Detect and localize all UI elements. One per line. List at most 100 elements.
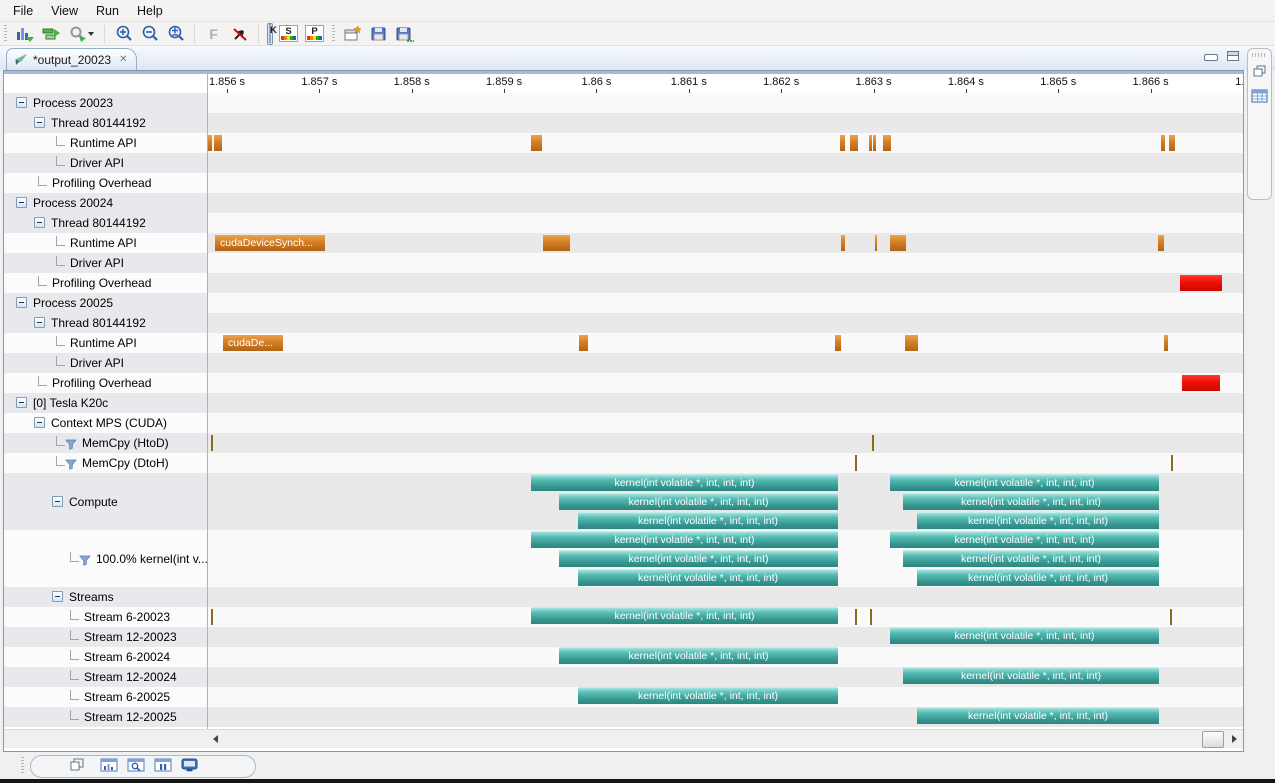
maximize-view-button[interactable]	[1227, 51, 1239, 61]
memcpy-mark[interactable]	[855, 609, 857, 625]
filter-icon[interactable]	[79, 553, 91, 571]
menu-run[interactable]: Run	[87, 2, 128, 20]
tree-row-stream-12-20023[interactable]: Stream 12-20023	[4, 627, 207, 647]
tree-row-process-20023[interactable]: Process 20023	[4, 93, 207, 113]
runtime-api-bar[interactable]	[208, 135, 212, 151]
memcpy-mark[interactable]	[1170, 609, 1172, 625]
runtime-api-bar[interactable]	[875, 235, 877, 251]
runtime-api-bar[interactable]	[1161, 135, 1165, 151]
memcpy-mark[interactable]	[855, 455, 857, 471]
tree-row-driver-api-20025[interactable]: Driver API	[4, 353, 207, 373]
analyze-dropdown-button[interactable]	[66, 24, 96, 44]
timeline-row-process-20025[interactable]	[208, 293, 1243, 313]
close-icon[interactable]: ✕	[119, 54, 127, 65]
timeline-row-compute[interactable]: kernel(int volatile *, int, int, int) ker…	[208, 473, 1243, 530]
console-view-button[interactable]	[181, 758, 198, 777]
timeline-row-context-mps-cuda[interactable]	[208, 413, 1243, 433]
kernel-bar[interactable]: kernel(int volatile *, int, int, int)	[903, 667, 1159, 684]
tree-splitter[interactable]	[207, 74, 208, 747]
settings-view-button[interactable]	[154, 758, 172, 777]
runtime-api-bar[interactable]	[543, 235, 570, 251]
timeline-row-runtime-api-20024[interactable]: cudaDeviceSynch...	[208, 233, 1243, 253]
timeline-row-profiling-overhead-20025[interactable]	[208, 373, 1243, 393]
kernel-bar[interactable]: kernel(int volatile *, int, int, int)	[890, 627, 1159, 644]
expand-toggle[interactable]	[16, 97, 27, 108]
tree-row-thread-20024[interactable]: Thread 80144192	[4, 213, 207, 233]
kernel-bar[interactable]: kernel(int volatile *, int, int, int)	[917, 569, 1159, 586]
expand-toggle[interactable]	[34, 417, 45, 428]
timeline-row-runtime-api-20023[interactable]	[208, 133, 1243, 153]
tree-row-memcpy-dtoh[interactable]: MemCpy (DtoH)	[4, 453, 207, 473]
kernel-mode-button[interactable]: K	[267, 23, 273, 45]
timeline-row-memcpy-dtoh[interactable]	[208, 453, 1243, 473]
timeline-row-thread-20023[interactable]	[208, 113, 1243, 133]
tree-row-device-tesla-k20c[interactable]: [0] Tesla K20c	[4, 393, 207, 413]
kernel-bar[interactable]: kernel(int volatile *, int, int, int)	[559, 493, 838, 510]
tree-row-driver-api-20024[interactable]: Driver API	[4, 253, 207, 273]
memcpy-mark[interactable]	[870, 609, 872, 625]
kernel-bar[interactable]: kernel(int volatile *, int, int, int)	[903, 493, 1159, 510]
kernel-bar[interactable]: kernel(int volatile *, int, int, int)	[531, 474, 838, 491]
runtime-api-bar[interactable]	[841, 235, 845, 251]
tree-row-streams[interactable]: Streams	[4, 587, 207, 607]
kernel-bar[interactable]: kernel(int volatile *, int, int, int)	[531, 607, 838, 624]
runtime-api-bar[interactable]	[869, 135, 872, 151]
menu-file[interactable]: File	[4, 2, 42, 20]
horizontal-scrollbar[interactable]	[4, 729, 1243, 748]
tree-row-profiling-overhead-20024[interactable]: Profiling Overhead	[4, 273, 207, 293]
expand-toggle[interactable]	[16, 297, 27, 308]
kernel-bar[interactable]: kernel(int volatile *, int, int, int)	[559, 647, 838, 664]
timeline-row-driver-api-20025[interactable]	[208, 353, 1243, 373]
timeline-row-driver-api-20023[interactable]	[208, 153, 1243, 173]
kernel-bar[interactable]: kernel(int volatile *, int, int, int)	[559, 550, 838, 567]
memcpy-mark[interactable]	[211, 609, 213, 625]
tree-row-driver-api-20023[interactable]: Driver API	[4, 153, 207, 173]
zoom-out-button[interactable]	[139, 24, 160, 44]
tree-row-stream-12-20024[interactable]: Stream 12-20024	[4, 667, 207, 687]
runtime-api-bar[interactable]: cudaDe...	[223, 335, 283, 351]
timeline-row-process-20024[interactable]	[208, 193, 1243, 213]
runtime-api-bar[interactable]	[1164, 335, 1168, 351]
expand-toggle[interactable]	[52, 591, 63, 602]
timeline-row-stream-6-20024[interactable]: kernel(int volatile *, int, int, int)	[208, 647, 1243, 667]
tree-row-context-mps-cuda[interactable]: Context MPS (CUDA)	[4, 413, 207, 433]
expand-toggle[interactable]	[34, 117, 45, 128]
timeline-row-stream-12-20025[interactable]: kernel(int volatile *, int, int, int)	[208, 707, 1243, 727]
tree-row-stream-6-20023[interactable]: Stream 6-20023	[4, 607, 207, 627]
timeline-row-thread-20024[interactable]	[208, 213, 1243, 233]
collect-timeline-button[interactable]	[40, 24, 61, 44]
expand-toggle[interactable]	[34, 317, 45, 328]
runtime-api-bar[interactable]	[905, 335, 918, 351]
menu-help[interactable]: Help	[128, 2, 172, 20]
zoom-fit-button[interactable]	[165, 24, 186, 44]
minimize-view-button[interactable]	[1204, 54, 1218, 61]
runtime-api-bar[interactable]	[840, 135, 845, 151]
timeline-row-stream-6-20023[interactable]: kernel(int volatile *, int, int, int)	[208, 607, 1243, 627]
tree-row-profiling-overhead-20023[interactable]: Profiling Overhead	[4, 173, 207, 193]
timeline-row-thread-20025[interactable]	[208, 313, 1243, 333]
timeline-row-process-20023[interactable]	[208, 93, 1243, 113]
runtime-api-bar[interactable]	[873, 135, 876, 151]
save-all-button[interactable]	[394, 24, 415, 44]
runtime-api-bar[interactable]	[531, 135, 542, 151]
kernel-bar[interactable]: kernel(int volatile *, int, int, int)	[903, 550, 1159, 567]
toolbar-drag-handle[interactable]	[332, 25, 335, 42]
kernel-bar[interactable]: kernel(int volatile *, int, int, int)	[578, 687, 838, 704]
kernel-bar[interactable]: kernel(int volatile *, int, int, int)	[578, 569, 838, 586]
tree-row-runtime-api-20024[interactable]: Runtime API	[4, 233, 207, 253]
runtime-api-bar[interactable]	[1158, 235, 1164, 251]
runtime-api-bar[interactable]	[883, 135, 891, 151]
timeline-row-profiling-overhead-20023[interactable]	[208, 173, 1243, 193]
tree-row-stream-12-20025[interactable]: Stream 12-20025	[4, 707, 207, 727]
kernel-bar[interactable]: kernel(int volatile *, int, int, int)	[917, 512, 1159, 529]
tree-row-memcpy-htod[interactable]: MemCpy (HtoD)	[4, 433, 207, 453]
scroll-right-icon[interactable]	[1227, 731, 1242, 747]
kernel-bar[interactable]: kernel(int volatile *, int, int, int)	[890, 474, 1159, 491]
timeline-row-memcpy-htod[interactable]	[208, 433, 1243, 453]
details-view-button[interactable]	[127, 758, 145, 777]
timeline-row-stream-12-20023[interactable]: kernel(int volatile *, int, int, int)	[208, 627, 1243, 647]
new-session-button[interactable]	[342, 24, 363, 44]
save-button[interactable]	[368, 24, 389, 44]
tree-row-thread-20023[interactable]: Thread 80144192	[4, 113, 207, 133]
runtime-api-bar[interactable]	[890, 235, 906, 251]
